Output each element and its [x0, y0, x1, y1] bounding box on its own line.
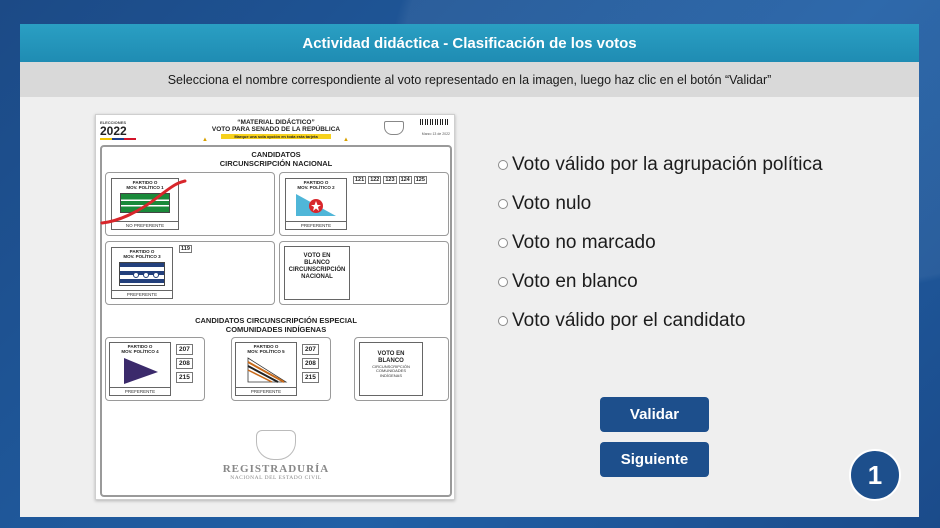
instruction-text: Selecciona el nombre correspondiente al … — [20, 62, 919, 97]
radio-button[interactable] — [498, 237, 508, 248]
party-4-flag — [124, 357, 158, 384]
option-unmarked-vote[interactable]: Voto no marcado — [498, 223, 823, 262]
blank-vote-national-box: VOTO EN BLANCO CIRCUNSCRIPCIÓN NACIONAL — [279, 241, 449, 305]
registraduria-logo: REGISTRADURÍA NACIONAL DEL ESTADO CIVIL — [102, 430, 450, 481]
party-2-candidate-numbers: 121 122 123 124 125 — [353, 176, 427, 184]
ballot-titles: “MATERIAL DIDÁCTICO” VOTO PARA SENADO DE… — [211, 119, 341, 139]
page-number-badge: 1 — [849, 449, 901, 501]
ballot-date: Marzo 13 de 2022 — [421, 132, 450, 136]
candidate-box-party-3: PARTIDO O MOV. POLÍTICO 3 PREFERENTE 119 — [105, 241, 275, 305]
section-title-national: CANDIDATOS CIRCUNSCRIPCIÓN NACIONAL — [219, 150, 333, 168]
option-valid-party[interactable]: Voto válido por la agrupación política — [498, 145, 823, 184]
party-5-logo: PARTIDO O MOV. POLÍTICO 5 PREFERENTE — [235, 342, 297, 396]
party-4-logo: PARTIDO O MOV. POLÍTICO 4 PREFERENTE — [109, 342, 171, 396]
barcode — [420, 119, 450, 125]
red-mark — [100, 179, 187, 225]
blank-vote-national: VOTO EN BLANCO CIRCUNSCRIPCIÓN NACIONAL — [284, 246, 350, 300]
page-title: Actividad didáctica - Clasificación de l… — [20, 24, 919, 62]
party-3-logo: PARTIDO O MOV. POLÍTICO 3 PREFERENTE — [111, 247, 173, 299]
radio-button[interactable] — [498, 198, 508, 209]
ballot-image: ELECCIONES 2022 “MATERIAL DIDÁCTICO” VOT… — [95, 114, 455, 500]
blank-vote-special-box: VOTO EN BLANCO CIRCUNSCRIPCIÓN COMUNIDAD… — [354, 337, 449, 401]
next-button[interactable]: Siguiente — [600, 442, 709, 477]
warning-icon: ▲ — [202, 137, 208, 143]
party-2-flag — [296, 193, 336, 216]
elections-logo: ELECCIONES 2022 — [100, 121, 140, 140]
party-5-candidate-numbers: 207 208 215 — [302, 344, 319, 383]
party-2-logo: PARTIDO O MOV. POLÍTICO 2 PREFERENTE — [285, 178, 347, 230]
candidate-box-party-4: PARTIDO O MOV. POLÍTICO 4 PREFERENTE 207 … — [105, 337, 205, 401]
blank-vote-special: VOTO EN BLANCO CIRCUNSCRIPCIÓN COMUNIDAD… — [359, 342, 423, 396]
vote-options: Voto válido por la agrupación política V… — [498, 145, 823, 340]
crest-icon — [256, 430, 296, 460]
ballot-header: ELECCIONES 2022 “MATERIAL DIDÁCTICO” VOT… — [96, 115, 454, 145]
candidate-box-party-1: PARTIDO O MOV. POLÍTICO 1 NO PREFERENTE — [100, 172, 275, 236]
candidate-box-party-5: PARTIDO O MOV. POLÍTICO 5 PREFERENTE 207 … — [231, 337, 331, 401]
party-3-candidate-numbers: 119 — [179, 245, 192, 253]
candidate-box-party-2: PARTIDO O MOV. POLÍTICO 2 PREFERENTE 121 … — [279, 172, 449, 236]
validate-button[interactable]: Validar — [600, 397, 709, 432]
radio-button[interactable] — [498, 276, 508, 287]
party-4-candidate-numbers: 207 208 215 — [176, 344, 193, 383]
shield-icon — [384, 121, 404, 135]
party-5-flag — [247, 357, 288, 383]
section-title-special: CANDIDATOS CIRCUNSCRIPCIÓN ESPECIAL COMU… — [195, 316, 357, 334]
radio-button[interactable] — [498, 315, 508, 326]
party-3-flag — [119, 261, 165, 286]
ballot-frame: CANDIDATOS CIRCUNSCRIPCIÓN NACIONAL PART… — [100, 145, 452, 497]
option-valid-candidate[interactable]: Voto válido por el candidato — [498, 301, 823, 340]
option-null-vote[interactable]: Voto nulo — [498, 184, 823, 223]
option-blank-vote[interactable]: Voto en blanco — [498, 262, 823, 301]
warning-icon: ▲ — [343, 137, 349, 143]
radio-button[interactable] — [498, 159, 508, 170]
